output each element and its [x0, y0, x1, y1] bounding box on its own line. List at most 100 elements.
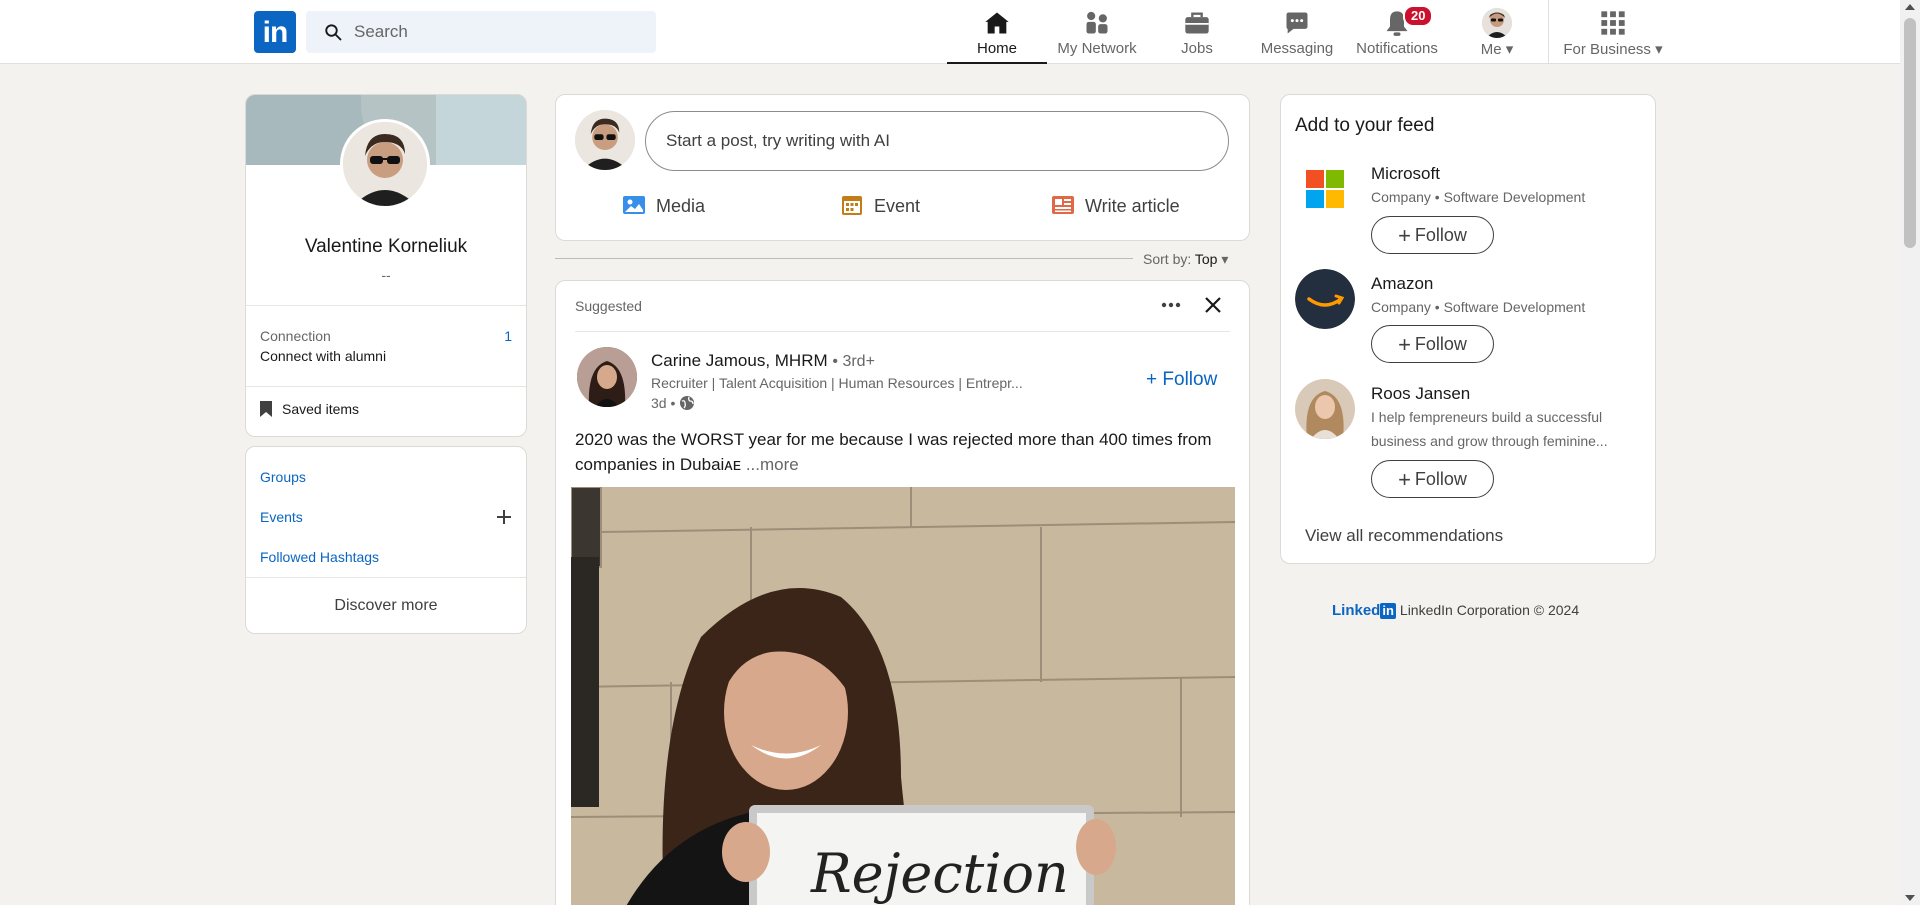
follow-button[interactable]: + Follow [1371, 325, 1494, 363]
follow-button[interactable]: + Follow [1371, 216, 1494, 254]
start-post-input[interactable]: Start a post, try writing with AI [645, 111, 1229, 171]
calendar-icon [842, 196, 862, 215]
follow-button[interactable]: + Follow [1371, 460, 1494, 498]
close-icon[interactable] [1201, 293, 1225, 317]
avatar [1482, 8, 1512, 38]
nav-messaging-label: Messaging [1260, 40, 1334, 57]
search-icon [325, 24, 342, 41]
plus-icon: + [1398, 332, 1411, 357]
board-text: Rejection [810, 842, 1069, 905]
profile-cover-shape [436, 95, 526, 165]
community-card: Groups Events Followed Hashtags Discover… [245, 446, 527, 634]
recommendation-name[interactable]: Roos Jansen [1371, 384, 1470, 404]
sort-dropdown[interactable]: Sort by: Top ▾ [1143, 251, 1228, 268]
nav-notifications-label: Notifications [1356, 40, 1438, 57]
events-link[interactable]: Events [260, 509, 303, 525]
add-to-feed-card: Add to your feed Microsoft Company • Sof… [1280, 94, 1656, 564]
author-headline: Recruiter | Talent Acquisition | Human R… [651, 375, 1023, 391]
top-nav: in Home My Network Jobs Messaging 20 Not… [0, 0, 1900, 64]
suggested-label: Suggested [575, 298, 642, 314]
footer: Linked in LinkedIn Corporation © 2024 [1332, 602, 1579, 619]
recommendation-name[interactable]: Microsoft [1371, 164, 1440, 184]
microsoft-logo[interactable] [1295, 159, 1355, 219]
plus-icon: + [1146, 369, 1158, 390]
add-event-icon[interactable] [494, 507, 514, 527]
nav-me[interactable]: Me ▾ [1447, 0, 1547, 64]
briefcase-icon [1185, 12, 1209, 34]
saved-items-link[interactable]: Saved items [260, 401, 359, 417]
connection-sub[interactable]: Connect with alumni [260, 348, 386, 364]
network-icon [1086, 11, 1108, 34]
nav-for-business-label: For Business ▾ [1563, 41, 1663, 58]
notification-badge: 20 [1403, 5, 1434, 27]
discover-more-button[interactable]: Discover more [246, 597, 526, 615]
linkedin-footer-logo[interactable]: Linked in [1332, 602, 1400, 619]
divider [246, 305, 526, 306]
author-name[interactable]: Carine Jamous, MHRM • 3rd+ [651, 351, 875, 371]
nav-me-label: Me ▾ [1480, 41, 1514, 58]
chevron-down-icon: ▾ [1505, 41, 1514, 58]
chevron-down-icon: ▾ [1221, 251, 1229, 267]
divider [575, 331, 1230, 332]
scroll-down-arrow[interactable] [1905, 895, 1915, 901]
profile-headline: -- [381, 267, 391, 283]
plus-icon: + [1398, 223, 1411, 248]
nav-separator [1548, 0, 1549, 64]
chat-icon [1286, 12, 1308, 34]
connection-count[interactable]: 1 [504, 328, 512, 344]
home-icon [985, 12, 1009, 34]
author-avatar[interactable] [577, 347, 637, 407]
amazon-logo[interactable] [1295, 269, 1355, 329]
nav-for-business[interactable]: For Business ▾ [1563, 0, 1663, 64]
roos-jansen-avatar[interactable] [1295, 379, 1355, 439]
plus-icon: + [1398, 467, 1411, 492]
scroll-thumb[interactable] [1904, 18, 1916, 248]
chevron-down-icon: ▾ [1655, 41, 1663, 58]
groups-link[interactable]: Groups [260, 469, 306, 485]
more-options-icon[interactable] [1156, 293, 1186, 317]
nav-jobs[interactable]: Jobs [1147, 0, 1247, 64]
follow-author-button[interactable]: + Follow [1146, 369, 1217, 391]
write-article-button[interactable]: Write article [1051, 193, 1180, 223]
connection-label[interactable]: Connection [260, 328, 331, 344]
nav-my-network[interactable]: My Network [1047, 0, 1147, 64]
recommendation-subtitle: Company • Software Development [1371, 299, 1586, 315]
sort-divider [555, 258, 1133, 259]
nav-my-network-label: My Network [1057, 40, 1137, 57]
post-image[interactable]: Rejection [571, 487, 1235, 905]
feed-post: Suggested Carine Jamous, MHRM • 3rd+ Rec… [555, 280, 1250, 905]
followed-hashtags-link[interactable]: Followed Hashtags [260, 549, 379, 565]
grid-icon [1601, 11, 1625, 35]
bookmark-icon [260, 401, 272, 417]
post-time: 3d • [651, 395, 695, 411]
profile-name[interactable]: Valentine Korneliuk [246, 236, 526, 258]
nav-messaging[interactable]: Messaging [1247, 0, 1347, 64]
nav-home-label: Home [976, 40, 1017, 57]
avatar[interactable] [575, 110, 635, 170]
linkedin-logo[interactable]: in [254, 11, 296, 53]
see-more-link[interactable]: ...more [746, 455, 799, 474]
profile-card: Valentine Korneliuk -- Connection Connec… [245, 94, 527, 437]
profile-avatar[interactable] [340, 119, 430, 209]
search-box[interactable] [306, 11, 656, 53]
post-text: 2020 was the WORST year for me because I… [575, 430, 1212, 474]
recommendation-name[interactable]: Amazon [1371, 274, 1433, 294]
article-icon [1052, 196, 1074, 214]
globe-icon [680, 396, 695, 410]
page-scrollbar[interactable] [1900, 0, 1920, 905]
search-input[interactable] [354, 11, 644, 53]
active-underline [947, 62, 1047, 64]
image-icon [623, 196, 645, 214]
scroll-up-arrow[interactable] [1905, 4, 1915, 10]
nav-notifications[interactable]: 20 Notifications [1347, 0, 1447, 64]
add-to-feed-title: Add to your feed [1295, 115, 1435, 136]
nav-home[interactable]: Home [947, 0, 1047, 64]
copyright-text: LinkedIn Corporation © 2024 [1399, 602, 1580, 618]
divider [246, 577, 526, 578]
post-composer: Start a post, try writing with AI Media … [555, 94, 1250, 241]
divider [246, 386, 526, 387]
event-button[interactable]: Event [840, 193, 920, 223]
view-all-recommendations-link[interactable]: View all recommendations [1305, 526, 1503, 546]
media-button[interactable]: Media [622, 193, 705, 223]
nav-jobs-label: Jobs [1181, 40, 1213, 57]
